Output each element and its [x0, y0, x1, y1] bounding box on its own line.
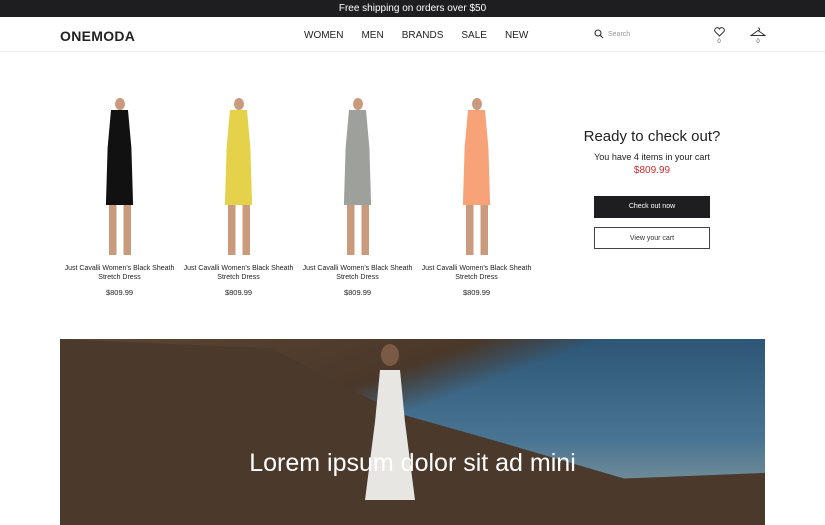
- nav-men[interactable]: MEN: [361, 30, 383, 41]
- checkout-panel: Ready to check out? You have 4 items in …: [566, 128, 738, 249]
- wishlist-button[interactable]: 0: [712, 27, 726, 45]
- nav-women[interactable]: WOMEN: [304, 30, 343, 41]
- product-card[interactable]: Just Cavalli Women's Black Sheath Stretc…: [417, 95, 536, 297]
- cart-products: Just Cavalli Women's Black Sheath Stretc…: [60, 95, 536, 297]
- product-price: $809.99: [105, 288, 134, 297]
- product-price: $809.99: [343, 288, 372, 297]
- product-image[interactable]: [417, 95, 536, 260]
- cart-count: 0: [756, 39, 760, 45]
- search-placeholder: Search: [608, 30, 631, 38]
- logo[interactable]: ONEMODA: [60, 28, 135, 44]
- cart-total: $809.99: [633, 165, 671, 176]
- hero-banner[interactable]: Lorem ipsum dolor sit ad mini: [60, 339, 765, 525]
- main-nav: WOMEN MEN BRANDS SALE NEW: [304, 30, 528, 41]
- promo-bar: Free shipping on orders over $50: [0, 0, 825, 17]
- nav-new[interactable]: NEW: [505, 30, 528, 41]
- product-name[interactable]: Just Cavalli Women's Black Sheath Stretc…: [298, 264, 417, 282]
- nav-brands[interactable]: BRANDS: [402, 30, 444, 41]
- view-cart-button[interactable]: View your cart: [594, 227, 710, 249]
- wishlist-count: 0: [717, 39, 721, 45]
- product-image[interactable]: [60, 95, 179, 260]
- checkout-title: Ready to check out?: [583, 128, 721, 145]
- product-card[interactable]: Just Cavalli Women's Black Sheath Stretc…: [60, 95, 179, 297]
- product-image[interactable]: [298, 95, 417, 260]
- hero-model-image: [360, 344, 420, 525]
- product-image[interactable]: [179, 95, 298, 260]
- product-name[interactable]: Just Cavalli Women's Black Sheath Stretc…: [179, 264, 298, 282]
- nav-sale[interactable]: SALE: [461, 30, 487, 41]
- checkout-button[interactable]: Check out now: [594, 196, 710, 218]
- header: ONEMODA WOMEN MEN BRANDS SALE NEW Search…: [0, 17, 825, 52]
- hero-headline: Lorem ipsum dolor sit ad mini: [249, 449, 576, 477]
- product-name[interactable]: Just Cavalli Women's Black Sheath Stretc…: [417, 264, 536, 282]
- product-price: $809.99: [462, 288, 491, 297]
- product-card[interactable]: Just Cavalli Women's Black Sheath Stretc…: [179, 95, 298, 297]
- heart-icon: [713, 27, 725, 37]
- hanger-icon: [749, 27, 767, 36]
- search-input[interactable]: Search: [594, 29, 630, 39]
- product-name[interactable]: Just Cavalli Women's Black Sheath Stretc…: [60, 264, 179, 282]
- cart-item-count: You have 4 items in your cart: [594, 152, 710, 162]
- cart-button[interactable]: 0: [749, 27, 767, 45]
- search-icon: [594, 29, 604, 39]
- product-card[interactable]: Just Cavalli Women's Black Sheath Stretc…: [298, 95, 417, 297]
- product-price: $809.99: [224, 288, 253, 297]
